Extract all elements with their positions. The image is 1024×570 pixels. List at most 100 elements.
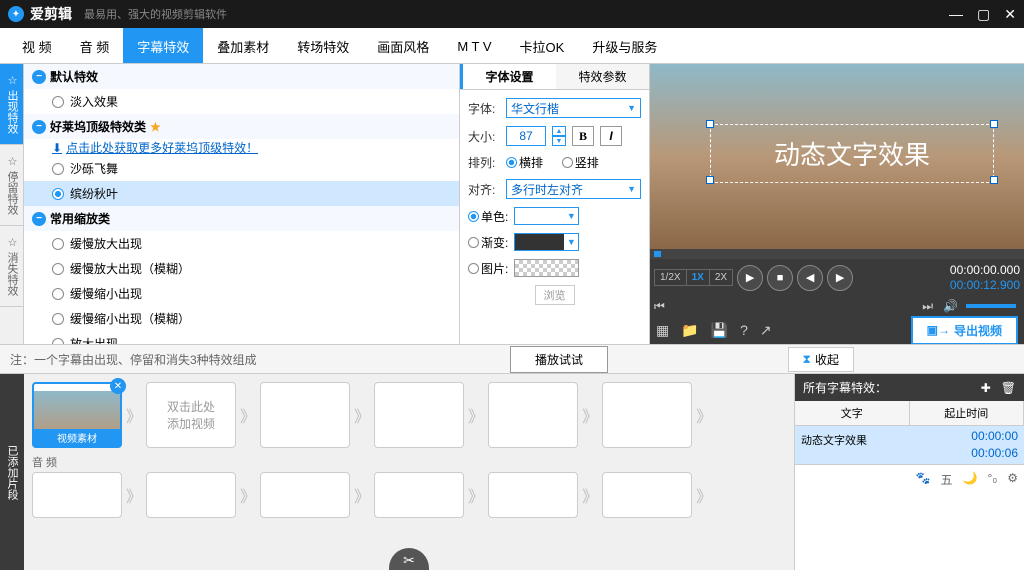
tab-2[interactable]: 字幕特效: [123, 28, 203, 63]
align-select[interactable]: 多行时左对齐▼: [506, 179, 641, 199]
export-button[interactable]: ▣→导出视频: [911, 316, 1018, 345]
tab-font-settings[interactable]: 字体设置: [460, 64, 556, 89]
stop-button[interactable]: ■: [767, 265, 793, 291]
close-button[interactable]: ✕: [1004, 6, 1016, 23]
sidetab-1[interactable]: ☆ 停留特效: [0, 145, 23, 226]
video-clip[interactable]: 视频素材✕: [32, 382, 122, 448]
speed-2x[interactable]: 2X: [710, 270, 732, 285]
effect-item[interactable]: 缓慢放大出现: [24, 231, 459, 256]
color-solid-radio[interactable]: 单色:: [468, 208, 508, 225]
audio-slot[interactable]: [32, 472, 122, 518]
collapse-icon[interactable]: −: [32, 70, 46, 84]
radio-icon: [52, 96, 64, 108]
audio-slot[interactable]: [374, 472, 464, 518]
audio-slot[interactable]: [488, 472, 578, 518]
seek-bar[interactable]: [650, 249, 1024, 259]
tab-3[interactable]: 叠加素材: [203, 28, 283, 63]
resize-handle[interactable]: [706, 176, 714, 184]
save-icon[interactable]: 💾: [711, 322, 728, 339]
collapse-icon[interactable]: −: [32, 212, 46, 226]
effect-item[interactable]: 缤纷秋叶: [24, 181, 459, 206]
tool-gear-icon[interactable]: ⚙: [1007, 471, 1018, 488]
collapse-button[interactable]: ⧗收起: [788, 347, 854, 372]
prev-clip-button[interactable]: ⏮: [654, 299, 665, 314]
tab-7[interactable]: 卡拉OK: [506, 28, 579, 63]
effect-item[interactable]: 放大出现: [24, 331, 459, 344]
help-icon[interactable]: ?: [740, 322, 748, 338]
subtitle-tools: 🐾 五 🌙 °₀ ⚙: [795, 465, 1024, 494]
sidetab-0[interactable]: ☆ 出现特效: [0, 64, 23, 145]
tool-five[interactable]: 五: [940, 471, 952, 488]
size-up[interactable]: ▲: [552, 126, 566, 136]
arrange-horizontal[interactable]: 横排: [506, 154, 543, 171]
delete-subtitle-button[interactable]: 🗑: [1001, 381, 1016, 395]
minimize-button[interactable]: —: [949, 6, 963, 23]
resize-handle[interactable]: [990, 176, 998, 184]
tab-1[interactable]: 音 频: [66, 28, 124, 63]
effects-list[interactable]: −默认特效 淡入效果 −好莱坞顶级特效类 ★ ⬇点击此处获取更多好莱坞顶级特效！…: [24, 64, 460, 344]
next-frame-button[interactable]: ▶: [827, 265, 853, 291]
effect-group-hollywood[interactable]: −好莱坞顶级特效类 ★: [24, 114, 459, 139]
effect-item[interactable]: 淡入效果: [24, 89, 459, 114]
add-video-slot[interactable]: 双击此处 添加视频: [146, 382, 236, 448]
effect-item[interactable]: 沙砾飞舞: [24, 156, 459, 181]
next-clip-button[interactable]: ⏭: [922, 299, 933, 314]
volume-icon[interactable]: 🔊: [943, 299, 958, 313]
sidetab-2[interactable]: ☆ 消失特效: [0, 226, 23, 307]
effect-item[interactable]: 缓慢缩小出现（模糊）: [24, 306, 459, 331]
speed-half[interactable]: 1/2X: [655, 270, 687, 285]
effect-item[interactable]: 缓慢放大出现（模糊）: [24, 256, 459, 281]
resize-handle[interactable]: [990, 120, 998, 128]
arrange-vertical[interactable]: 竖排: [562, 154, 599, 171]
browse-button[interactable]: 浏览: [535, 285, 575, 305]
color-image-radio[interactable]: 图片:: [468, 260, 508, 277]
remove-clip-button[interactable]: ✕: [110, 378, 126, 394]
open-icon[interactable]: 📁: [681, 322, 698, 339]
play-test-button[interactable]: 播放试试: [510, 346, 608, 373]
tool-paw-icon[interactable]: 🐾: [916, 471, 931, 488]
font-select[interactable]: 华文行楷▼: [506, 98, 641, 118]
effect-item[interactable]: 缓慢缩小出现: [24, 281, 459, 306]
collapse-icon[interactable]: −: [32, 120, 46, 134]
tool-moon-icon[interactable]: 🌙: [963, 471, 978, 488]
resize-handle[interactable]: [706, 120, 714, 128]
share-icon[interactable]: ↗: [760, 322, 772, 339]
audio-slot[interactable]: [602, 472, 692, 518]
color-gradient-radio[interactable]: 渐变:: [468, 234, 508, 251]
gradient-color-picker[interactable]: ▼: [514, 233, 579, 251]
bold-button[interactable]: B: [572, 126, 594, 146]
maximize-button[interactable]: ▢: [977, 6, 990, 23]
effect-group-default[interactable]: −默认特效: [24, 64, 459, 89]
preview-canvas[interactable]: 动态文字效果: [650, 64, 1024, 249]
tab-0[interactable]: 视 频: [8, 28, 66, 63]
empty-slot[interactable]: [374, 382, 464, 448]
audio-slot[interactable]: [146, 472, 236, 518]
tab-6[interactable]: M T V: [443, 28, 505, 63]
tool-dots-icon[interactable]: °₀: [987, 471, 997, 488]
empty-slot[interactable]: [488, 382, 578, 448]
tab-effect-params[interactable]: 特效参数: [556, 64, 649, 89]
cut-button[interactable]: ✂: [389, 548, 429, 570]
size-input[interactable]: 87: [506, 126, 546, 146]
subtitle-row[interactable]: 动态文字效果 00:00:0000:00:06: [795, 426, 1024, 465]
add-subtitle-button[interactable]: ✚: [981, 381, 991, 395]
tab-5[interactable]: 画面风格: [363, 28, 443, 63]
new-icon[interactable]: ▦: [656, 322, 669, 339]
text-overlay[interactable]: 动态文字效果: [710, 124, 994, 183]
tab-4[interactable]: 转场特效: [283, 28, 363, 63]
speed-1x[interactable]: 1X: [687, 270, 710, 285]
empty-slot[interactable]: [260, 382, 350, 448]
col-time: 起止时间: [910, 401, 1024, 425]
size-down[interactable]: ▼: [552, 136, 566, 146]
volume-slider[interactable]: [966, 304, 1016, 308]
empty-slot[interactable]: [602, 382, 692, 448]
solid-color-picker[interactable]: ▼: [514, 207, 579, 225]
tab-8[interactable]: 升级与服务: [578, 28, 671, 63]
play-button[interactable]: ▶: [737, 265, 763, 291]
audio-slot[interactable]: [260, 472, 350, 518]
effect-group-zoom[interactable]: −常用缩放类: [24, 206, 459, 231]
italic-button[interactable]: I: [600, 126, 622, 146]
radio-icon: [52, 313, 64, 325]
more-effects-link[interactable]: ⬇点击此处获取更多好莱坞顶级特效！: [24, 139, 459, 156]
prev-frame-button[interactable]: ◀: [797, 265, 823, 291]
